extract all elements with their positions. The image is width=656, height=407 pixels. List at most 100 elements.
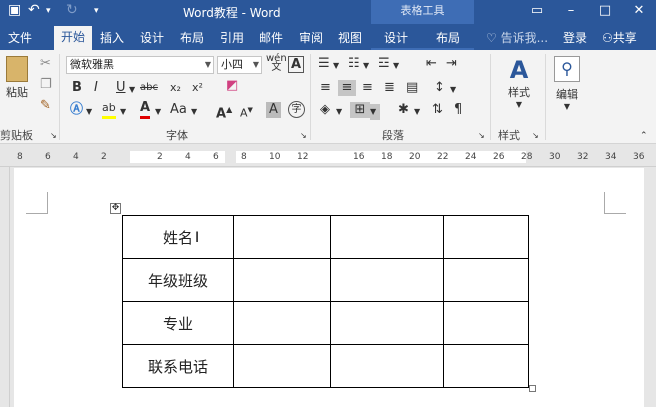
strikethrough-icon[interactable]: abc xyxy=(140,80,158,96)
asian-layout-dropdown-icon[interactable]: ▼ xyxy=(414,104,420,120)
paste-button[interactable]: 粘贴 xyxy=(0,56,34,100)
character-border-icon[interactable]: A xyxy=(288,56,304,73)
close-icon[interactable]: ✕ xyxy=(622,0,656,24)
table-cell[interactable]: 姓名 xyxy=(122,215,234,259)
tab-insert[interactable]: 插入 xyxy=(100,29,124,46)
bullets-icon[interactable]: ☰ xyxy=(318,56,330,72)
highlight-icon[interactable]: ab xyxy=(102,100,116,119)
table-cell[interactable] xyxy=(233,344,331,388)
text-effects-icon[interactable]: Ⓐ xyxy=(70,102,83,118)
asian-layout-icon[interactable]: ✱ xyxy=(398,102,409,118)
align-center-icon[interactable]: ≡ xyxy=(338,80,356,96)
text-effects-dropdown-icon[interactable]: ▼ xyxy=(86,104,92,120)
justify-icon[interactable]: ≣ xyxy=(384,80,395,96)
highlight-dropdown-icon[interactable]: ▼ xyxy=(120,104,126,120)
table-cell[interactable] xyxy=(443,258,529,302)
copy-icon[interactable]: ❐ xyxy=(40,77,52,93)
decrease-indent-icon[interactable]: ⇤ xyxy=(426,56,437,72)
tab-design[interactable]: 设计 xyxy=(140,29,164,46)
styles-button[interactable]: A 样式 ▼ xyxy=(495,56,543,109)
italic-icon[interactable]: I xyxy=(94,80,98,96)
shading-icon[interactable]: ◈ xyxy=(320,102,330,118)
tab-view[interactable]: 视图 xyxy=(338,29,362,46)
undo-icon[interactable]: ↶ xyxy=(28,2,40,18)
borders-icon[interactable]: ⊞ xyxy=(350,102,370,118)
font-size-combo[interactable]: 小四 ▼ xyxy=(217,56,262,74)
save-icon[interactable]: ▣ xyxy=(8,2,21,18)
tab-layout[interactable]: 布局 xyxy=(180,29,204,46)
undo-dropdown-icon[interactable]: ▾ xyxy=(46,6,51,16)
format-painter-icon[interactable]: ✎ xyxy=(40,98,51,114)
clipboard-launcher-icon[interactable]: ↘ xyxy=(50,128,57,144)
tab-home[interactable]: 开始 xyxy=(54,26,92,50)
change-case-dropdown-icon[interactable]: ▼ xyxy=(191,104,197,120)
align-right-icon[interactable]: ≡ xyxy=(362,80,373,96)
table-move-handle-icon[interactable]: ✥ xyxy=(110,203,121,214)
underline-dropdown-icon[interactable]: ▼ xyxy=(129,82,135,98)
minimize-icon[interactable]: – xyxy=(554,0,588,24)
table-resize-handle[interactable] xyxy=(529,385,536,392)
font-name-combo[interactable]: 微软雅黑 ▼ xyxy=(66,56,214,74)
tab-table-layout[interactable]: 布局 xyxy=(436,29,460,46)
numbering-icon[interactable]: ☷ xyxy=(348,56,360,72)
tab-mailings[interactable]: 邮件 xyxy=(259,29,283,46)
table-cell[interactable] xyxy=(330,258,444,302)
change-case-icon[interactable]: Aa xyxy=(170,102,187,118)
show-marks-icon[interactable]: ¶ xyxy=(454,102,462,118)
editing-button[interactable]: ⚲ 编辑 ▼ xyxy=(548,56,586,111)
document-table[interactable]: 姓名 年级班级 专业 联系电话 xyxy=(122,215,529,388)
styles-launcher-icon[interactable]: ↘ xyxy=(532,128,539,144)
clear-formatting-icon[interactable]: ◩ xyxy=(226,78,238,94)
character-shading-icon[interactable]: A xyxy=(266,102,281,118)
table-cell[interactable] xyxy=(330,301,444,345)
subscript-icon[interactable]: x₂ xyxy=(170,80,181,96)
table-cell[interactable] xyxy=(330,344,444,388)
phonetic-guide-icon[interactable]: wén 文 xyxy=(266,54,287,73)
line-spacing-icon[interactable]: ↕ xyxy=(434,80,445,96)
table-cell[interactable] xyxy=(443,215,529,259)
enclose-characters-icon[interactable]: 字 xyxy=(288,101,305,118)
increase-indent-icon[interactable]: ⇥ xyxy=(446,56,457,72)
table-cell[interactable] xyxy=(233,301,331,345)
paragraph-launcher-icon[interactable]: ↘ xyxy=(478,128,485,144)
cut-icon[interactable]: ✂ xyxy=(40,56,51,72)
tab-review[interactable]: 审阅 xyxy=(299,29,323,46)
font-launcher-icon[interactable]: ↘ xyxy=(300,128,307,144)
vertical-ruler[interactable] xyxy=(0,167,10,407)
borders-dropdown-icon[interactable]: ▼ xyxy=(370,104,380,120)
font-color-dropdown-icon[interactable]: ▼ xyxy=(155,104,161,120)
distributed-icon[interactable]: ▤ xyxy=(406,80,418,96)
font-color-icon[interactable]: A xyxy=(140,100,151,119)
bullets-dropdown-icon[interactable]: ▼ xyxy=(333,58,339,74)
ribbon-display-options-icon[interactable]: ▭ xyxy=(520,0,554,24)
redo-icon[interactable]: ↻ xyxy=(66,2,78,18)
table-cell[interactable] xyxy=(443,344,529,388)
multilevel-list-icon[interactable]: ☲ xyxy=(378,56,390,72)
vertical-scrollbar[interactable] xyxy=(646,167,656,407)
table-cell[interactable] xyxy=(330,215,444,259)
tab-table-design[interactable]: 设计 xyxy=(384,29,408,46)
shrink-font-icon[interactable]: A▼ xyxy=(240,102,253,122)
table-cell[interactable] xyxy=(233,258,331,302)
superscript-icon[interactable]: x² xyxy=(192,80,203,96)
sign-in-link[interactable]: 登录 xyxy=(563,29,587,46)
shading-dropdown-icon[interactable]: ▼ xyxy=(336,104,342,120)
table-cell[interactable] xyxy=(233,215,331,259)
customize-qat-icon[interactable]: ▾ xyxy=(94,6,99,16)
share-button[interactable]: ⚇共享 xyxy=(602,29,637,46)
tab-references[interactable]: 引用 xyxy=(220,29,244,46)
bold-icon[interactable]: B xyxy=(72,80,82,96)
table-cell[interactable]: 联系电话 xyxy=(122,344,234,388)
maximize-icon[interactable]: □ xyxy=(588,0,622,24)
underline-icon[interactable]: U xyxy=(116,80,126,96)
table-cell[interactable]: 专业 xyxy=(122,301,234,345)
multilevel-dropdown-icon[interactable]: ▼ xyxy=(393,58,399,74)
tell-me-box[interactable]: ♡ 告诉我... xyxy=(486,29,548,46)
collapse-ribbon-icon[interactable]: ⌃ xyxy=(640,128,648,144)
grow-font-icon[interactable]: A▲ xyxy=(216,102,232,122)
align-left-icon[interactable]: ≡ xyxy=(320,80,331,96)
sort-icon[interactable]: ⇅ xyxy=(432,102,443,118)
tab-file[interactable]: 文件 xyxy=(8,29,32,46)
line-spacing-dropdown-icon[interactable]: ▼ xyxy=(450,82,456,98)
table-cell[interactable] xyxy=(443,301,529,345)
